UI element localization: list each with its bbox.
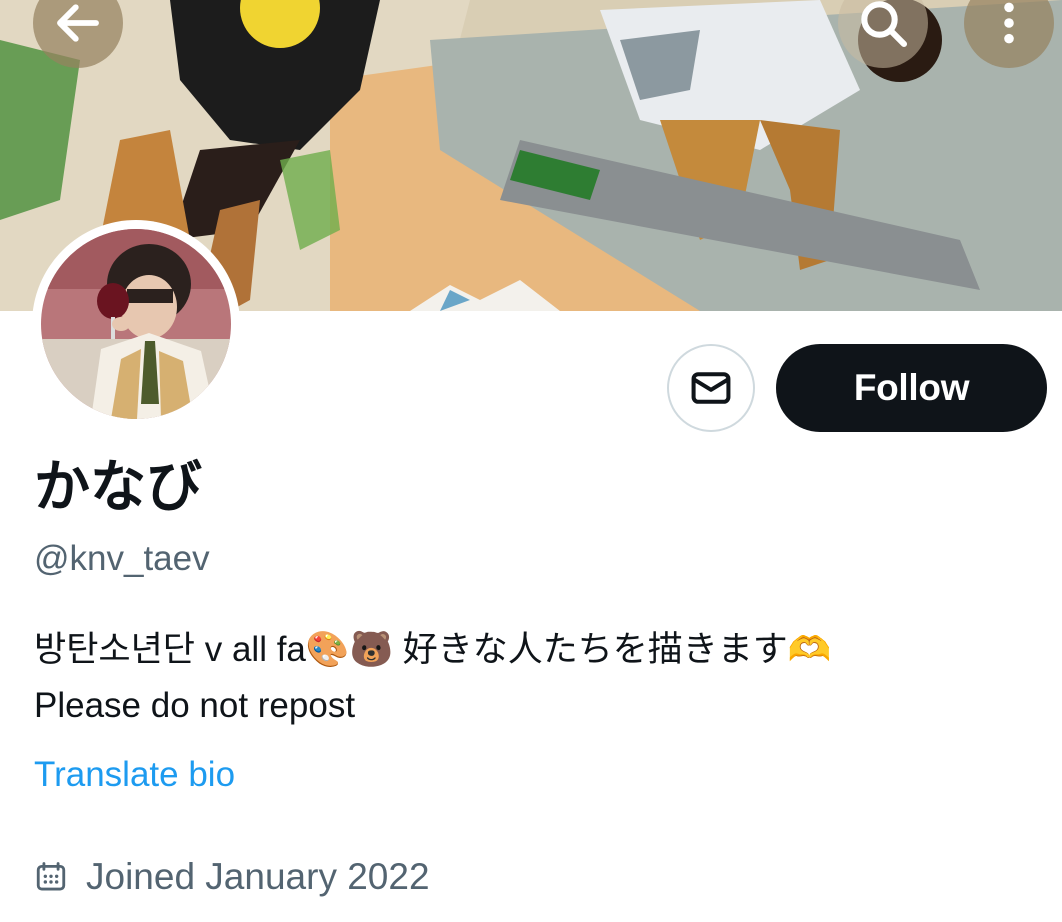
avatar-image	[41, 229, 231, 419]
arrow-left-icon	[57, 4, 99, 42]
bio-line: Please do not repost	[34, 686, 356, 725]
envelope-icon	[691, 372, 731, 404]
profile-bio: 방탄소년단 v all fa🎨🐻 好きな人たちを描きます🫶 Please do …	[34, 622, 1034, 734]
search-icon	[861, 1, 908, 48]
avatar[interactable]	[32, 220, 240, 428]
translate-bio-link[interactable]: Translate bio	[34, 752, 235, 798]
more-vertical-icon	[1004, 2, 1014, 44]
profile-page: Follow かなび @knv_taev 방탄소년단 v all fa🎨🐻 好き…	[0, 0, 1062, 922]
display-name: かなび	[34, 455, 202, 520]
message-button[interactable]	[667, 344, 755, 432]
joined-date: Joined January 2022	[34, 852, 430, 902]
calendar-icon	[36, 862, 66, 891]
joined-text: Joined January 2022	[86, 856, 430, 897]
follow-button[interactable]: Follow	[776, 344, 1047, 432]
bio-line: 방탄소년단 v all fa🎨🐻 好きな人たちを描きます🫶	[34, 630, 832, 669]
user-handle: @knv_taev	[34, 539, 210, 578]
